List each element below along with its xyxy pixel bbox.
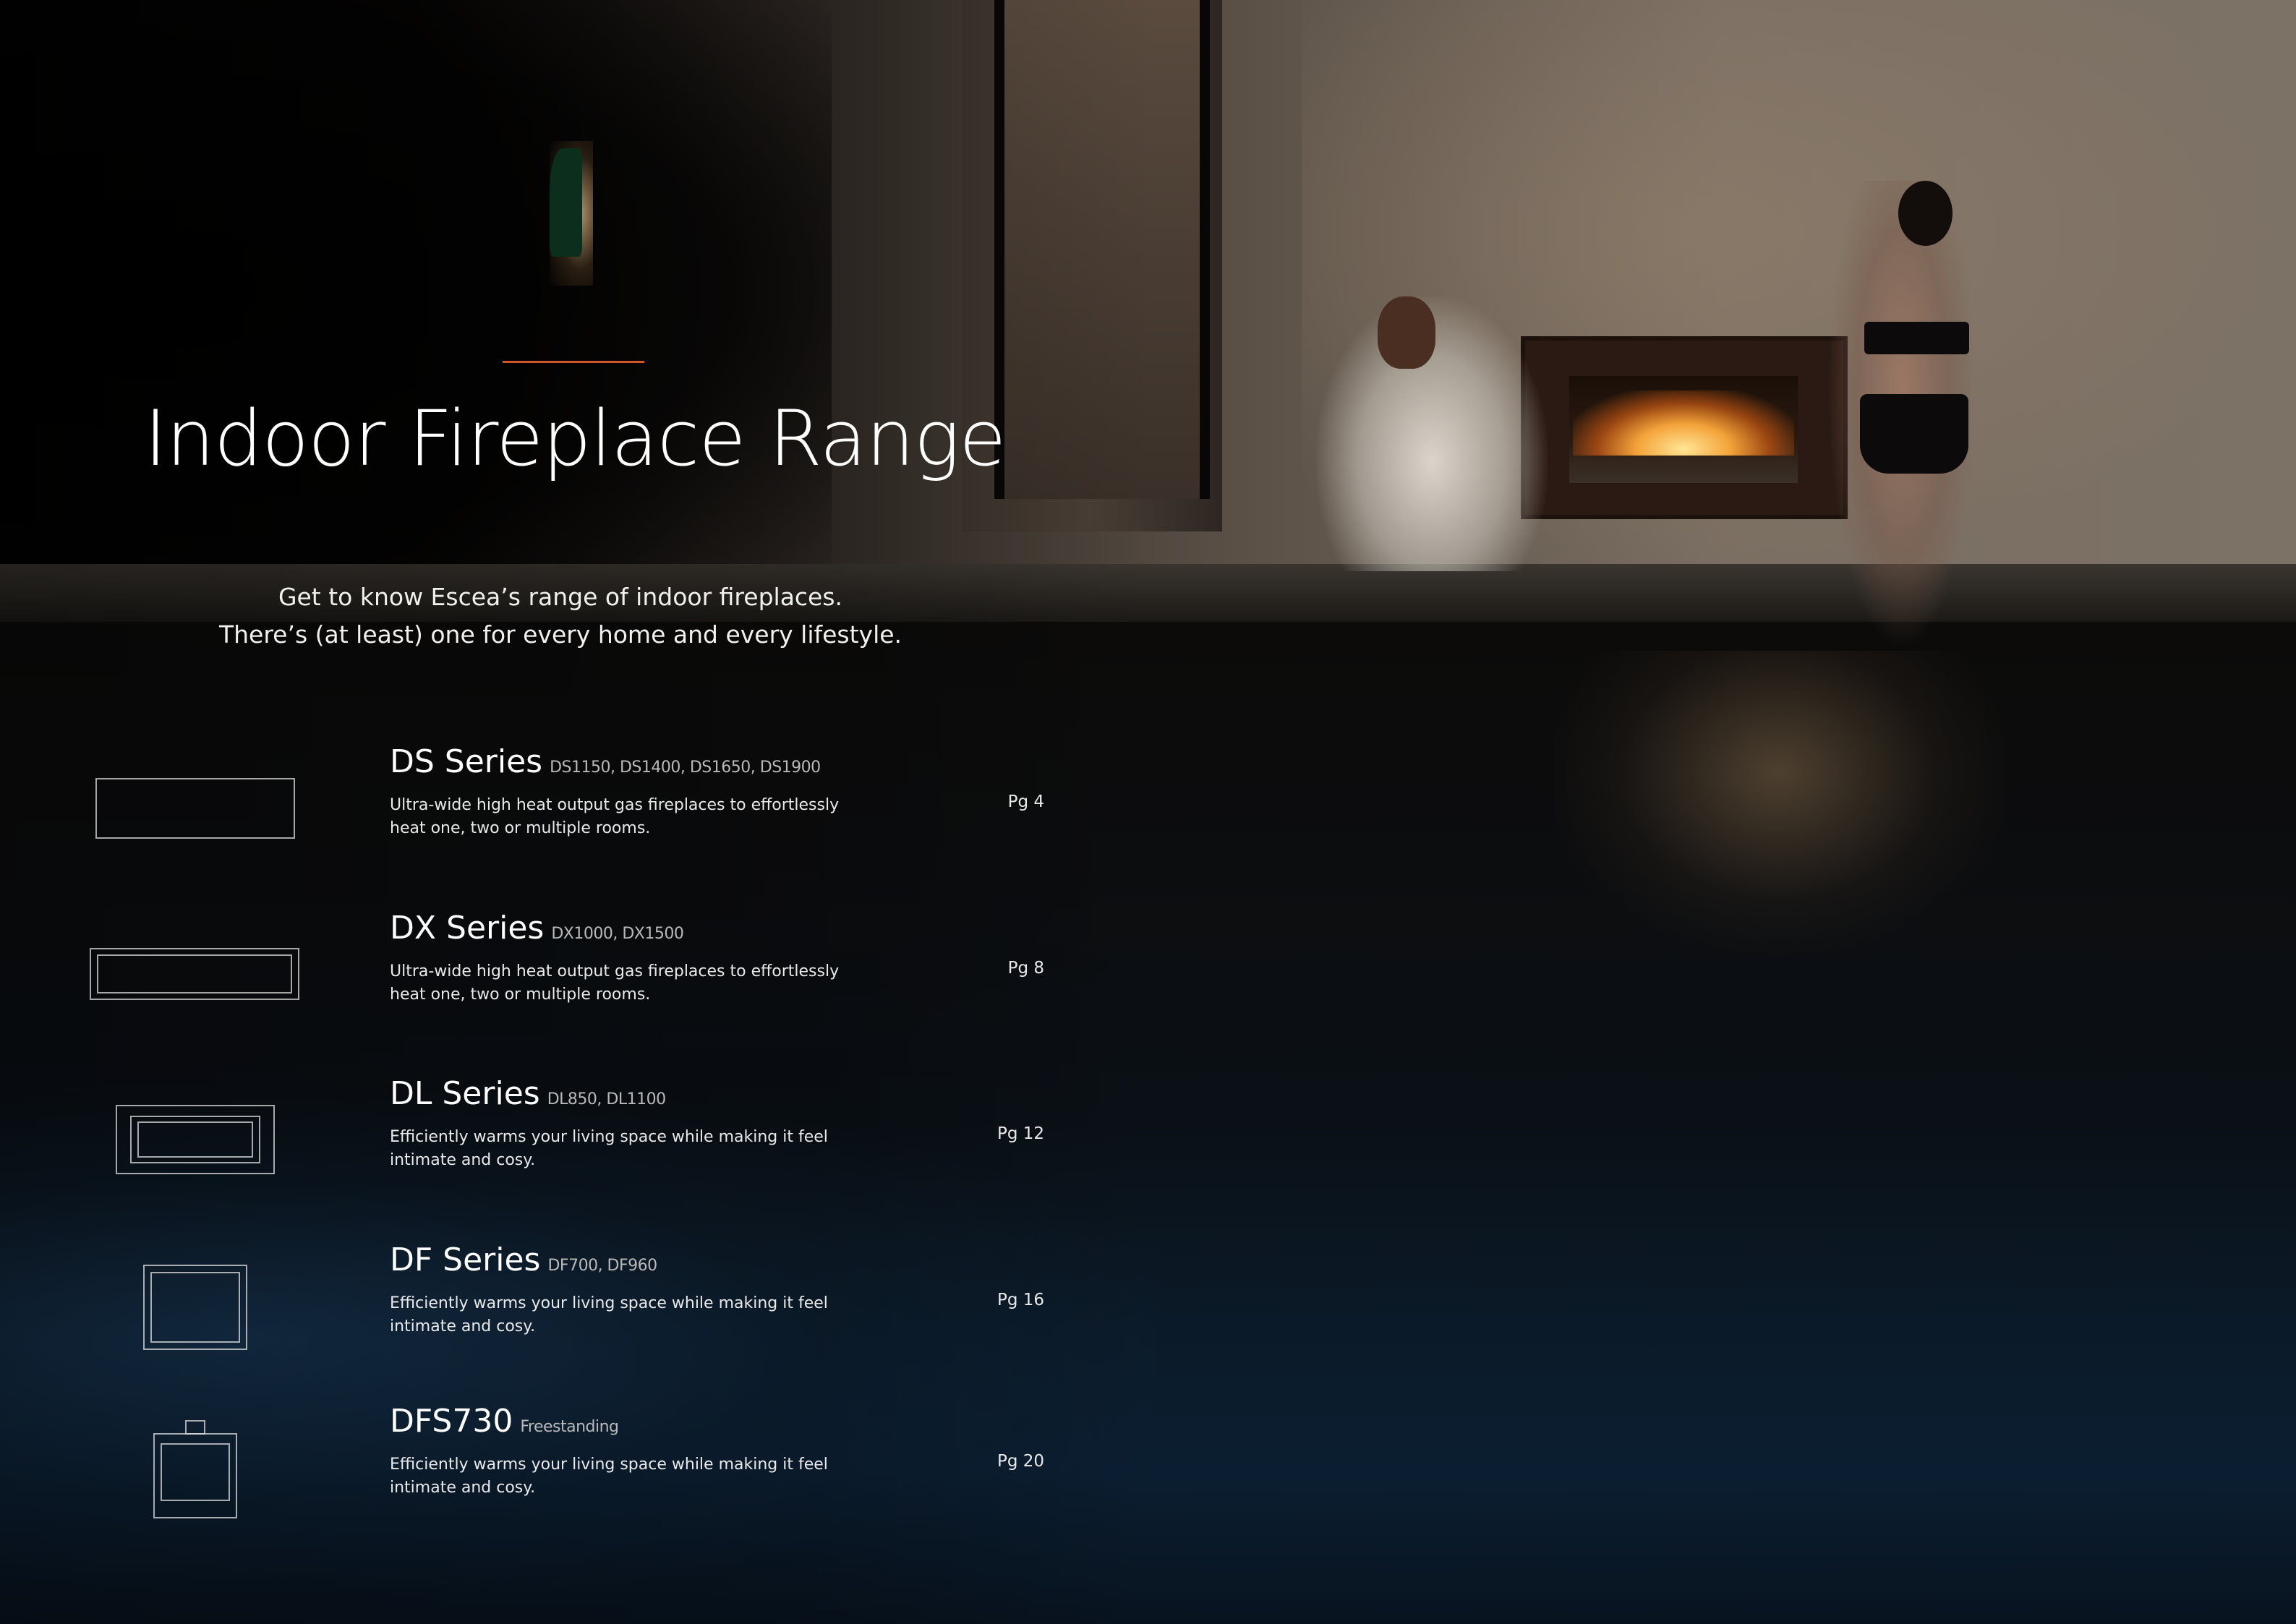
page-reference[interactable]: Pg 20 [940,1452,1044,1471]
description-line: Efficiently warms your living space whil… [390,1294,828,1312]
series-name: DX Series DX1000, DX1500 [390,910,684,946]
series-title: DS Series [390,743,543,780]
fire-reflection [1555,651,2003,954]
brochure-page: Indoor Fireplace Range Get to know Escea… [0,0,2296,1624]
series-dfs730[interactable]: DFS730 Freestanding Efficiently warms you… [0,1403,1157,1547]
series-title: DFS730 [390,1403,513,1440]
series-name: DS Series DS1150, DS1400, DS1650, DS1900 [390,743,821,780]
series-name: DL Series DL850, DL1100 [390,1075,666,1112]
page-title: Indoor Fireplace Range [144,394,1006,483]
series-description: Efficiently warms your living space whil… [390,1453,853,1500]
series-title: DL Series [390,1075,540,1112]
series-models: DX1000, DX1500 [551,925,684,943]
series-description: Ultra-wide high heat output gas fireplac… [390,794,853,840]
intro-line: Get to know Escea’s range of indoor fire… [278,583,843,611]
series-models: Freestanding [520,1418,619,1436]
description-line: heat one, two or multiple rooms. [390,819,651,837]
square-fireplace-inner-icon [150,1272,240,1343]
series-description: Efficiently warms your living space whil… [390,1126,853,1172]
flue-icon [185,1420,205,1435]
page-reference[interactable]: Pg 8 [940,959,1044,978]
series-models: DL850, DL1100 [547,1090,666,1108]
series-name: DFS730 Freestanding [390,1403,619,1440]
swimsuit-bottom [1860,394,1968,474]
woman-head [1898,181,1953,246]
framed-fireplace-glass-icon [137,1121,253,1158]
series-title: DF Series [390,1241,541,1278]
description-line: intimate and cosy. [390,1479,536,1497]
series-models: DS1150, DS1400, DS1650, DS1900 [550,758,821,777]
description-line: intimate and cosy. [390,1151,536,1169]
page-reference[interactable]: Pg 4 [940,792,1044,811]
description-line: Efficiently warms your living space whil… [390,1128,828,1146]
title-accent-line [503,361,644,363]
series-df[interactable]: DF Series DF700, DF960 Efficiently warms … [0,1241,1157,1386]
page-reference[interactable]: Pg 16 [940,1291,1044,1309]
description-line: Ultra-wide high heat output gas fireplac… [390,962,840,980]
series-models: DF700, DF960 [547,1257,657,1275]
ultra-wide-fireplace-icon [95,778,295,839]
series-dx[interactable]: DX Series DX1000, DX1500 Ultra-wide high … [0,910,1157,1054]
series-description: Ultra-wide high heat output gas fireplac… [390,960,853,1007]
page-reference[interactable]: Pg 12 [940,1124,1044,1143]
description-line: Efficiently warms your living space whil… [390,1456,828,1474]
series-dl[interactable]: DL Series DL850, DL1100 Efficiently warms… [0,1075,1157,1220]
intro-line: There’s (at least) one for every home an… [218,620,902,649]
description-line: Ultra-wide high heat output gas fireplac… [390,796,840,814]
series-description: Efficiently warms your living space whil… [390,1292,853,1338]
wide-fireplace-inner-icon [97,954,292,993]
series-ds[interactable]: DS Series DS1150, DS1400, DS1650, DS1900 … [0,743,1157,888]
series-name: DF Series DF700, DF960 [390,1241,657,1278]
description-line: heat one, two or multiple rooms. [390,986,651,1004]
description-line: intimate and cosy. [390,1317,536,1335]
fireplace-flames [1573,390,1794,456]
intro-text: Get to know Escea’s range of indoor fire… [0,578,1121,654]
man-head [1378,296,1435,369]
freestanding-fireplace-window-icon [161,1443,230,1501]
series-title: DX Series [390,910,545,946]
swimsuit-top [1864,322,1969,354]
